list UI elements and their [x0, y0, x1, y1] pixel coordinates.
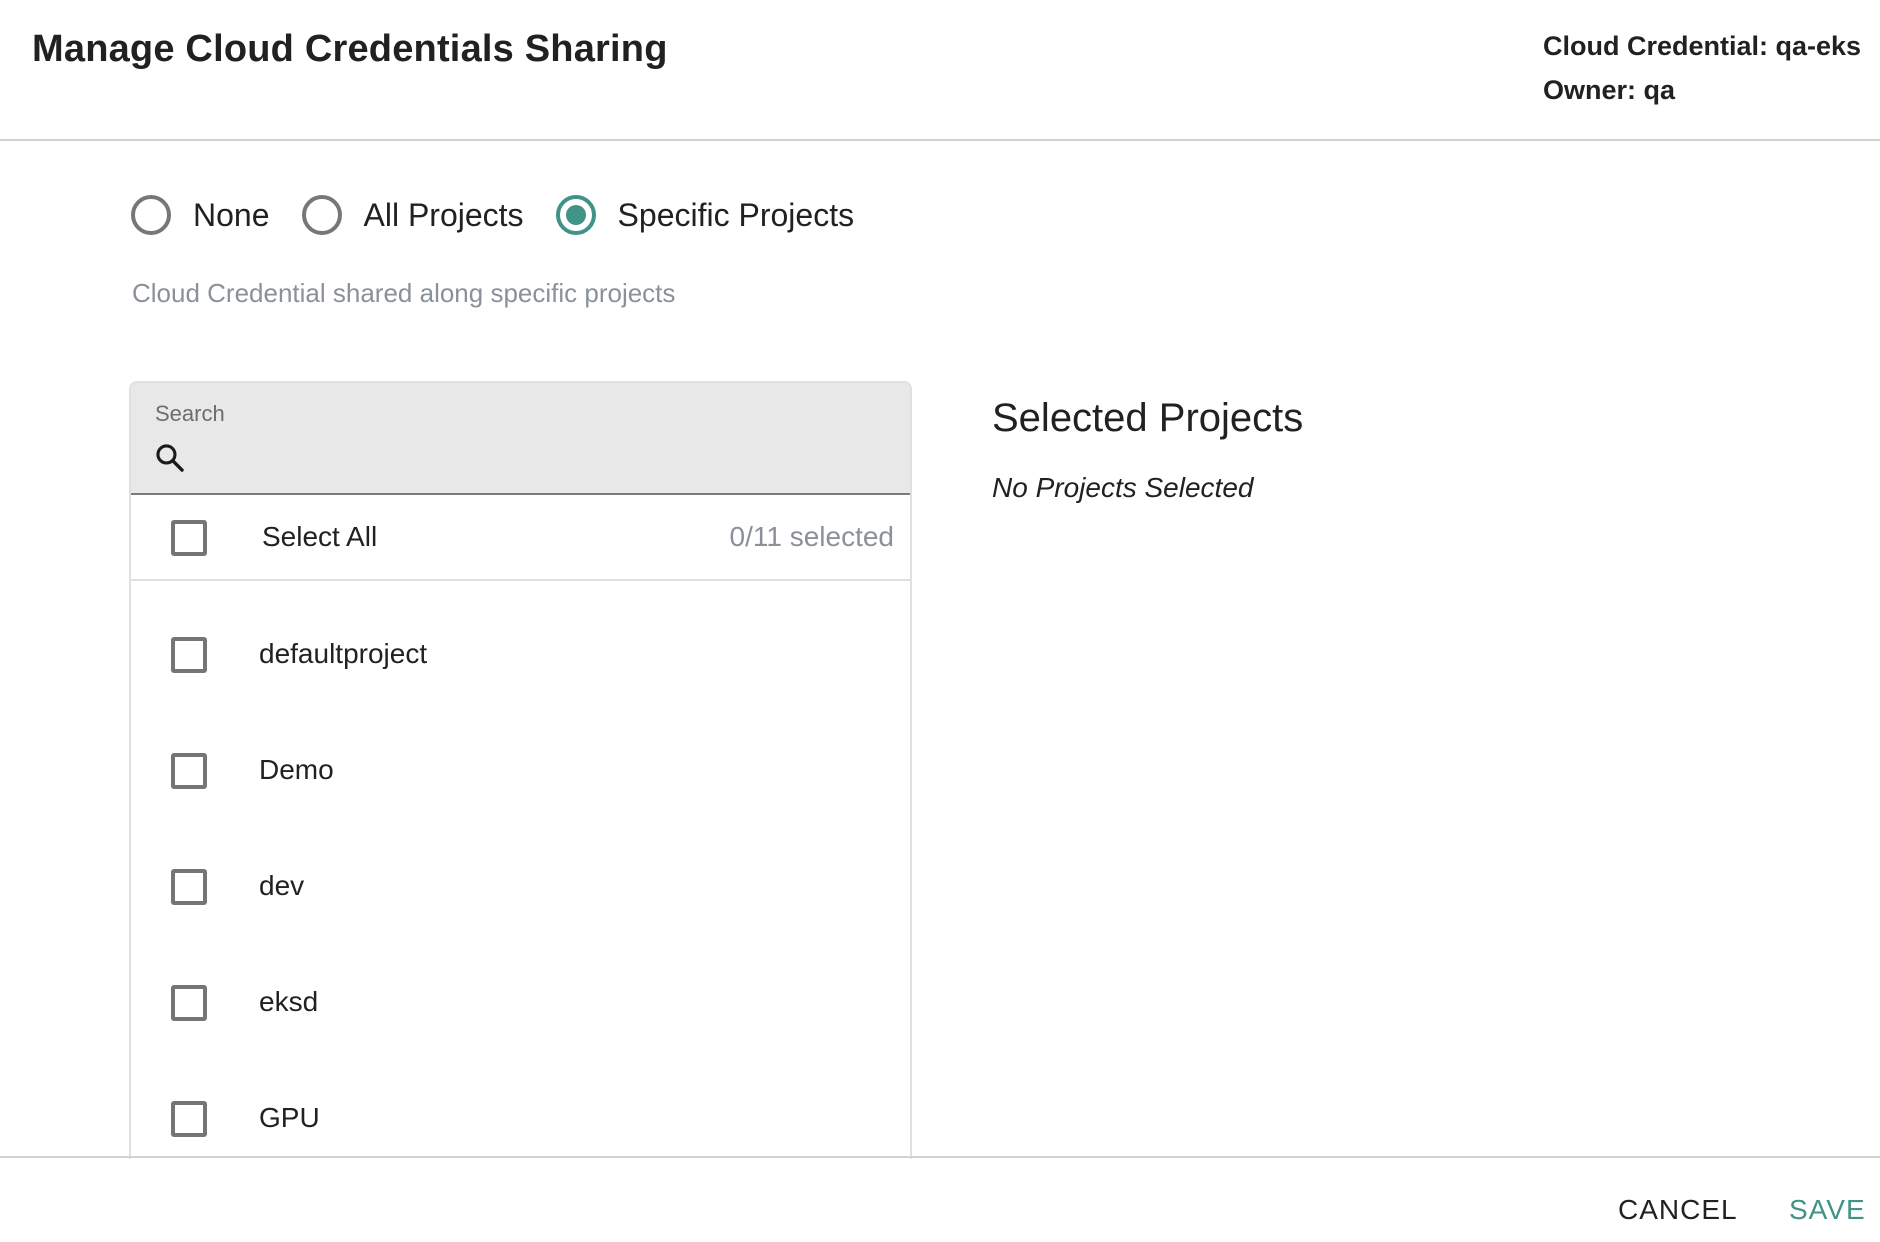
credential-info: Cloud Credential: qa-eks Owner: qa [1543, 24, 1861, 112]
selected-projects-title: Selected Projects [992, 396, 1304, 440]
radio-label: Specific Projects [617, 196, 855, 233]
project-checkbox[interactable] [171, 869, 207, 905]
project-name: eksd [259, 986, 319, 1017]
radio-all-projects[interactable] [301, 195, 342, 235]
project-name: Demo [259, 754, 334, 785]
radio-none[interactable] [131, 195, 171, 235]
dialog-title: Manage Cloud Credentials Sharing [32, 28, 668, 70]
cancel-button[interactable]: CANCEL [1618, 1194, 1738, 1226]
project-checkbox[interactable] [171, 985, 207, 1021]
search-input[interactable] [201, 437, 881, 481]
radio-specific-projects[interactable] [555, 195, 596, 235]
project-checkbox[interactable] [171, 1101, 207, 1137]
project-name: defaultproject [259, 638, 428, 669]
project-list-item[interactable]: Demo [131, 713, 910, 829]
project-checkbox[interactable] [171, 753, 207, 789]
project-name: dev [259, 870, 305, 901]
selected-count: 0/11 selected [729, 521, 895, 552]
project-name: GPU [259, 1102, 320, 1133]
save-button[interactable]: SAVE [1789, 1194, 1866, 1226]
radio-label: All Projects [363, 196, 524, 233]
project-list-item[interactable]: dev [131, 829, 910, 945]
project-list-panel: Search Select All 0/11 selected defaultp… [129, 381, 912, 1159]
selected-projects-empty: No Projects Selected [992, 472, 1254, 503]
radio-option-none[interactable]: None [131, 195, 270, 235]
radio-option-all-projects[interactable]: All Projects [301, 195, 524, 235]
sharing-mode-radio-group: None All Projects Specific Projects [131, 193, 886, 237]
select-all-row[interactable]: Select All 0/11 selected [131, 495, 910, 581]
project-checkbox[interactable] [171, 637, 207, 673]
dialog-header: Manage Cloud Credentials Sharing Cloud C… [0, 0, 1880, 141]
sharing-description: Cloud Credential shared along specific p… [132, 278, 676, 308]
project-list-item[interactable]: defaultproject [131, 597, 910, 713]
search-field[interactable]: Search [131, 383, 910, 495]
radio-option-specific-projects[interactable]: Specific Projects [555, 195, 855, 235]
project-list-item[interactable]: eksd [131, 945, 910, 1061]
manage-sharing-dialog: Manage Cloud Credentials Sharing Cloud C… [0, 0, 1880, 1242]
credential-name: Cloud Credential: qa-eks [1543, 31, 1862, 61]
select-all-checkbox[interactable] [171, 520, 207, 556]
radio-label: None [193, 196, 270, 233]
dialog-footer: CANCEL SAVE [0, 1156, 1880, 1242]
select-all-label: Select All [262, 521, 378, 552]
search-label: Search [155, 401, 225, 426]
project-list-item[interactable]: GPU [131, 1061, 910, 1159]
search-icon [156, 444, 184, 472]
credential-owner: Owner: qa [1543, 75, 1676, 105]
